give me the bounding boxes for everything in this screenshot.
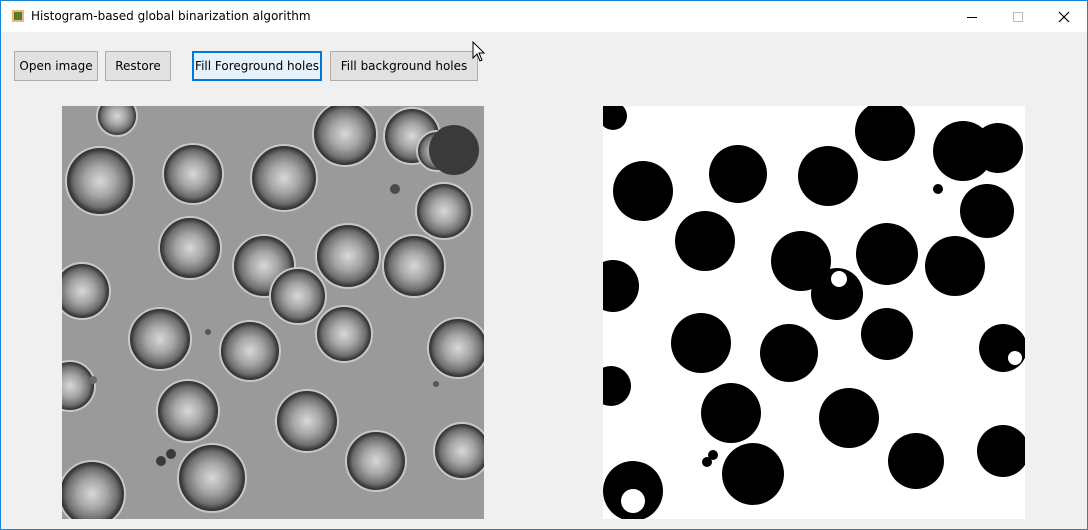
close-icon — [1058, 11, 1070, 22]
maximize-icon — [1013, 11, 1023, 22]
grayscale-blood-cells-image — [62, 106, 484, 519]
window-title: Histogram-based global binarization algo… — [31, 9, 311, 23]
original-image — [62, 106, 484, 519]
close-button[interactable] — [1041, 1, 1087, 32]
open-image-button[interactable]: Open image — [14, 51, 98, 81]
restore-button[interactable]: Restore — [105, 51, 171, 81]
fill-background-holes-button[interactable]: Fill background holes — [330, 51, 478, 81]
maximize-button[interactable] — [995, 1, 1041, 32]
title-bar[interactable]: Histogram-based global binarization algo… — [1, 1, 1087, 32]
mouse-cursor-icon — [472, 41, 486, 62]
client-area: Open image Restore Fill Foreground holes… — [1, 32, 1087, 529]
binary-image — [603, 106, 1025, 519]
app-icon — [12, 10, 24, 22]
binarized-blood-cells-image — [603, 106, 1025, 519]
app-window: Histogram-based global binarization algo… — [0, 0, 1088, 530]
minimize-icon — [967, 16, 977, 18]
fill-foreground-holes-button[interactable]: Fill Foreground holes — [192, 51, 322, 81]
minimize-button[interactable] — [949, 1, 995, 32]
